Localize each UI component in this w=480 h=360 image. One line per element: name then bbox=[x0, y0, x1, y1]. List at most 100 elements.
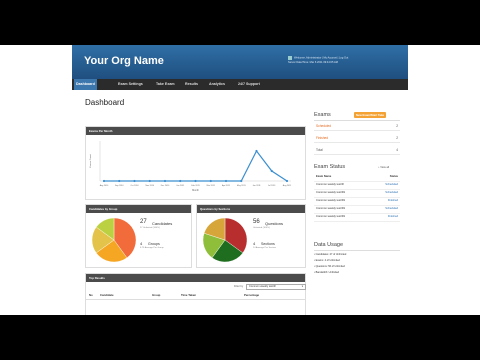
candidates-pie-chart bbox=[91, 217, 137, 263]
tab-support[interactable]: 24/7 Support bbox=[236, 79, 262, 90]
questions-by-section-panel: Questions by Sections 56 Questions Unlim… bbox=[196, 204, 306, 268]
usage-text: Questions: 56 of Unlimited bbox=[315, 265, 345, 268]
y-axis-label: Exams Count bbox=[89, 154, 92, 168]
exam-name: Common weekly test/R1 bbox=[316, 215, 346, 218]
data-point bbox=[224, 179, 228, 183]
sections-count: 4 bbox=[253, 241, 256, 246]
exam-status-row[interactable]: Common weekly test/R1 Finished bbox=[314, 198, 400, 206]
usage-row: • Questions: 56 of Unlimited bbox=[314, 265, 345, 268]
stat-value: 4 bbox=[396, 148, 398, 152]
data-point bbox=[148, 179, 151, 183]
filter-value: Common weekly test/R bbox=[249, 285, 276, 288]
filter-select[interactable]: Common weekly test/R ▾ bbox=[246, 284, 306, 290]
tab-results[interactable]: Results bbox=[183, 79, 200, 90]
exam-status-row[interactable]: Common weekly test/R1 Finished bbox=[314, 214, 400, 222]
usage-text: Candidates: 27 of Unlimited bbox=[315, 253, 347, 256]
chevron-down-icon: ▾ bbox=[301, 285, 303, 288]
col-candidate: Candidate bbox=[100, 293, 114, 297]
data-point bbox=[133, 179, 136, 183]
x-tick-label: May 2011 bbox=[237, 185, 247, 187]
data-point bbox=[163, 179, 167, 183]
candidates-count: 27 bbox=[140, 219, 147, 225]
usage-text: Exams: 4 of Unlimited bbox=[315, 259, 340, 262]
tab-analytics[interactable]: Analytics bbox=[207, 79, 227, 90]
top-results-panel: Top Results Filter by Common weekly test… bbox=[85, 273, 306, 315]
tab-take-exam[interactable]: Take Exam bbox=[154, 79, 177, 90]
questions-count: 56 bbox=[253, 219, 260, 225]
stat-row-scheduled[interactable]: Scheduled 2 bbox=[314, 122, 400, 131]
exam-status[interactable]: Scheduled bbox=[385, 182, 398, 189]
welcome-text[interactable]: Welcome, Administrator | My Account | Lo… bbox=[294, 57, 348, 60]
sections-label: Sections bbox=[261, 242, 275, 246]
stat-value: 2 bbox=[396, 136, 398, 140]
data-point bbox=[270, 169, 273, 173]
header: Your Org Name Welcome, Administrator | M… bbox=[72, 45, 408, 79]
usage-divider bbox=[314, 250, 400, 251]
data-point bbox=[209, 179, 212, 183]
tab-exam-settings[interactable]: Exam Settings bbox=[116, 79, 145, 90]
groups-label: Groups bbox=[148, 242, 160, 246]
exams-per-month-chart: Aug 2010 Sep 2010 Oct 2010 Nov 2010 Dec 2010… bbox=[89, 141, 292, 192]
page-title: Dashboard bbox=[85, 98, 125, 107]
exam-status[interactable]: Scheduled bbox=[385, 190, 398, 197]
welcome-block: Welcome, Administrator | My Account | Lo… bbox=[288, 56, 398, 65]
org-name: Your Org Name bbox=[84, 55, 164, 67]
questions-label: Questions bbox=[265, 221, 284, 226]
tab-dashboard[interactable]: Dashboard bbox=[74, 79, 97, 90]
x-tick-label: Dec 2010 bbox=[161, 185, 170, 187]
stat-row-total: Total 4 bbox=[314, 146, 400, 155]
data-point bbox=[255, 149, 258, 153]
data-usage-heading: Data Usage bbox=[314, 242, 344, 248]
questions-by-section-heading: Questions by Sections bbox=[197, 205, 305, 213]
exam-name: Common weekly test/R1 bbox=[316, 191, 346, 194]
x-tick-label: Feb 2011 bbox=[191, 185, 200, 187]
results-table-header: No Candidate Group Time Taken Percentage bbox=[86, 292, 305, 300]
groups-sub: 6.75 Average Per Group bbox=[140, 247, 164, 249]
exam-status-row[interactable]: Common weekly test/R Scheduled bbox=[314, 182, 400, 190]
stat-label: Scheduled bbox=[316, 124, 332, 128]
col-no: No bbox=[89, 293, 93, 297]
col-percentage: Percentage bbox=[244, 293, 260, 297]
x-tick-label: Sep 2010 bbox=[115, 185, 124, 187]
candidates-label: Candidates bbox=[152, 221, 173, 226]
filter-label: Filter by bbox=[234, 285, 244, 288]
content: Dashboard Exams Per Month Aug 2010 Sep 20… bbox=[72, 90, 408, 315]
x-tick-label: Aug 2011 bbox=[283, 184, 292, 187]
exam-status-header: Exam Name Status bbox=[314, 174, 400, 182]
view-all-link[interactable]: ⌕ View all bbox=[378, 166, 389, 169]
col-time-taken: Time Taken bbox=[181, 293, 197, 297]
video-frame: Your Org Name Welcome, Administrator | M… bbox=[0, 45, 480, 315]
exams-heading: Exams bbox=[314, 112, 331, 118]
x-tick-label: Apr 2011 bbox=[222, 184, 231, 187]
exam-status[interactable]: Finished bbox=[388, 214, 398, 221]
x-tick-label: Aug 2010 bbox=[100, 184, 109, 187]
groups-count: 4 bbox=[140, 241, 143, 246]
view-all-label: View all bbox=[380, 166, 390, 169]
data-point bbox=[240, 179, 243, 183]
series-line bbox=[104, 149, 288, 182]
col-group: Group bbox=[152, 293, 161, 297]
app-window: Your Org Name Welcome, Administrator | M… bbox=[72, 45, 408, 315]
stat-value: 2 bbox=[396, 124, 398, 128]
candidates-by-group-heading: Candidates by Group bbox=[86, 205, 191, 213]
exam-status[interactable]: Finished bbox=[388, 198, 398, 205]
top-results-heading: Top Results bbox=[86, 274, 305, 282]
col-status: Status bbox=[389, 175, 398, 178]
exam-status-row[interactable]: Common weekly test/R1 Scheduled bbox=[314, 190, 400, 198]
exam-status-row[interactable]: Common weekly test/R1 Scheduled bbox=[314, 206, 400, 214]
x-tick-label: Jan 2011 bbox=[176, 185, 185, 187]
x-axis-label: Month bbox=[192, 189, 199, 192]
questions-pie-chart bbox=[202, 217, 248, 263]
exam-name: Common weekly test/R bbox=[316, 183, 344, 186]
x-tick-label: Mar 2011 bbox=[207, 185, 216, 187]
new-exam-button[interactable]: New Exam/Start Take bbox=[354, 112, 387, 118]
server-time: Server Date/Time: Mar 6 2011 09:44:05 AM bbox=[288, 60, 338, 64]
stat-row-finished[interactable]: Finished 2 bbox=[314, 134, 400, 143]
exam-name: Common weekly test/R1 bbox=[316, 199, 346, 202]
data-point bbox=[179, 179, 182, 183]
usage-row: • Candidates: 27 of Unlimited bbox=[314, 253, 347, 256]
stat-label: Total bbox=[316, 148, 323, 152]
questions-sub: Unlimited (100%) bbox=[253, 227, 270, 229]
exam-status[interactable]: Scheduled bbox=[385, 206, 398, 213]
usage-text: Bandwidth: Unlimited bbox=[315, 271, 340, 274]
